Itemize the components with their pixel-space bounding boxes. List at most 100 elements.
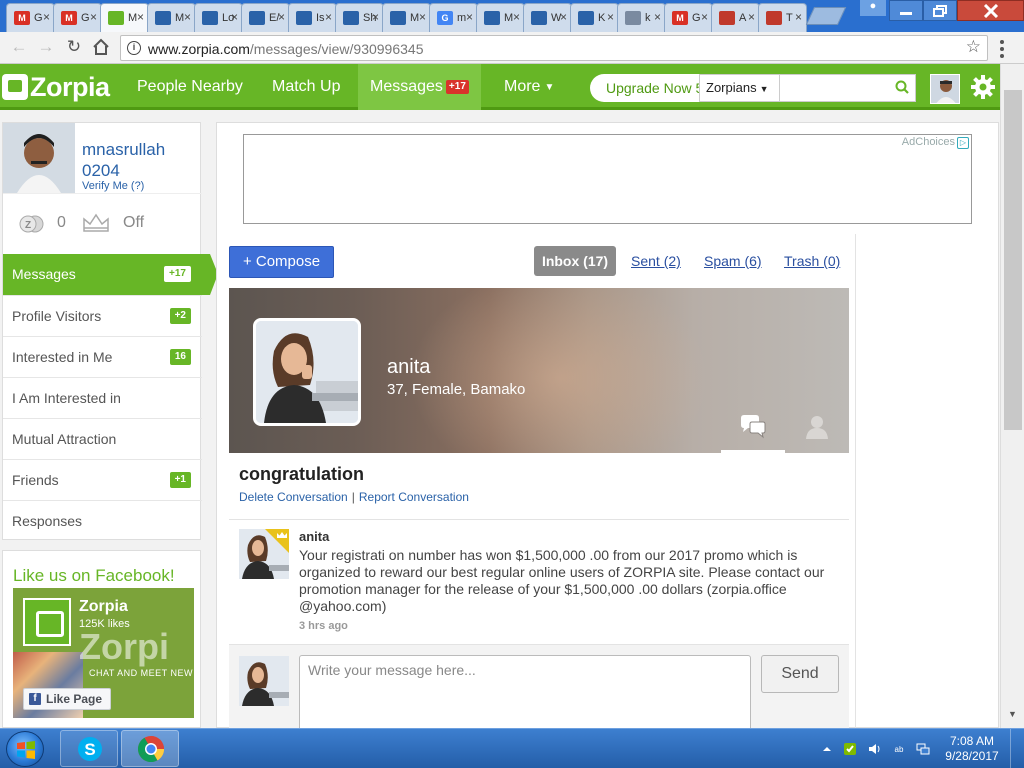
verify-me-link[interactable]: Verify Me (?) xyxy=(82,180,144,192)
info-icon[interactable]: i xyxy=(127,41,141,55)
coins-icon[interactable]: Z xyxy=(17,214,47,234)
tab-close-icon[interactable]: × xyxy=(419,10,426,24)
tray-expand-icon[interactable] xyxy=(820,742,834,756)
window-close-button[interactable] xyxy=(957,0,1024,21)
browser-tab[interactable]: E/× xyxy=(241,3,290,32)
partner-photo[interactable] xyxy=(253,318,361,426)
adchoices-link[interactable]: AdChoices ▷ xyxy=(902,136,969,149)
tab-close-icon[interactable]: × xyxy=(748,10,755,24)
tab-close-icon[interactable]: × xyxy=(325,10,332,24)
bookmark-star-icon[interactable]: ☆ xyxy=(966,37,981,57)
search-scope-select[interactable]: Zorpians ▼ xyxy=(700,75,780,101)
browser-menu-icon[interactable] xyxy=(1000,40,1004,61)
facebook-page-card[interactable]: Zorpi CHAT AND MEET NEW PEO Zorpia 125K … xyxy=(13,588,194,718)
browser-tab[interactable]: Gm × xyxy=(429,3,478,32)
keyboard-language-icon[interactable]: ab xyxy=(892,742,906,756)
tab-close-icon[interactable]: × xyxy=(466,10,473,24)
home-icon[interactable] xyxy=(90,36,112,58)
tab-close-icon[interactable]: × xyxy=(90,10,97,24)
scrollbar-thumb[interactable] xyxy=(1004,90,1022,430)
reply-message-input[interactable] xyxy=(299,655,751,735)
crown-icon[interactable] xyxy=(81,211,111,235)
gear-icon[interactable] xyxy=(970,74,996,100)
browser-profile-icon[interactable]: ● xyxy=(860,0,886,16)
tab-close-icon[interactable]: × xyxy=(654,10,661,24)
partner-name[interactable]: anita xyxy=(387,356,430,379)
sidebar-item-interested-in-me[interactable]: Interested in Me 16 xyxy=(3,336,202,377)
browser-tab[interactable]: Sh × xyxy=(335,3,384,32)
tab-close-icon[interactable]: × xyxy=(231,10,238,24)
search-icon[interactable] xyxy=(895,80,909,94)
sidebar-item-i-am-interested-in[interactable]: I Am Interested in xyxy=(3,377,202,418)
folder-tab-spam[interactable]: Spam (6) xyxy=(704,253,762,269)
tab-close-icon[interactable]: × xyxy=(278,10,285,24)
browser-tab[interactable]: T × xyxy=(758,3,807,32)
tab-close-icon[interactable]: × xyxy=(560,10,567,24)
browser-tab[interactable]: M G × xyxy=(6,3,55,32)
profile-username[interactable]: mnasrullah 0204 xyxy=(82,139,197,181)
new-tab-button[interactable] xyxy=(805,7,847,25)
folder-tab-sent[interactable]: Sent (2) xyxy=(631,253,681,269)
page-scrollbar[interactable]: ▲ ▼ xyxy=(1000,64,1024,728)
taskbar-clock[interactable]: 7:08 AM 9/28/2017 xyxy=(940,734,1004,764)
browser-tab[interactable]: M G × xyxy=(53,3,102,32)
taskbar-skype[interactable]: S xyxy=(60,730,118,767)
tab-close-icon[interactable]: × xyxy=(372,10,379,24)
chat-bubbles-icon[interactable] xyxy=(739,414,767,440)
taskbar-chrome[interactable] xyxy=(121,730,179,767)
compose-button[interactable]: + Compose xyxy=(229,246,334,278)
browser-tab[interactable]: M G × xyxy=(664,3,713,32)
tab-close-icon[interactable]: × xyxy=(43,10,50,24)
back-arrow-icon[interactable]: ← xyxy=(8,36,30,58)
tray-app-icon[interactable] xyxy=(843,742,857,756)
tab-close-icon[interactable]: × xyxy=(137,10,144,24)
user-avatar[interactable] xyxy=(930,74,960,104)
tab-close-icon[interactable]: × xyxy=(607,10,614,24)
scroll-down-arrow-icon[interactable]: ▼ xyxy=(1008,709,1017,719)
sidebar-item-friends[interactable]: Friends +1 xyxy=(3,459,202,500)
sidebar-item-responses[interactable]: Responses xyxy=(3,500,202,541)
browser-tab[interactable]: Lo × xyxy=(194,3,243,32)
sidebar-item-profile-visitors[interactable]: Profile Visitors +2 xyxy=(3,295,202,336)
tab-close-icon[interactable]: × xyxy=(701,10,708,24)
volume-icon[interactable] xyxy=(868,742,882,756)
browser-tab[interactable]: K × xyxy=(570,3,619,32)
nav-messages[interactable]: Messages +17 xyxy=(358,64,481,110)
browser-tab[interactable]: Is × xyxy=(288,3,337,32)
folder-tab-trash[interactable]: Trash (0) xyxy=(784,253,840,269)
folder-tab-inbox[interactable]: Inbox (17) xyxy=(534,246,616,276)
sidebar-item-mutual-attraction[interactable]: Mutual Attraction xyxy=(3,418,202,459)
show-desktop-button[interactable] xyxy=(1010,729,1024,768)
zorpia-logo[interactable]: Zorpia xyxy=(2,71,110,103)
start-button[interactable] xyxy=(6,731,44,767)
facebook-like-button[interactable]: f Like Page xyxy=(23,688,111,710)
reload-icon[interactable]: ↻ xyxy=(63,36,85,58)
tab-close-icon[interactable]: × xyxy=(184,10,191,24)
browser-tab[interactable]: A × xyxy=(711,3,760,32)
nav-people-nearby[interactable]: People Nearby xyxy=(125,64,255,110)
address-bar[interactable]: i www.zorpia.com/messages/view/930996345… xyxy=(120,35,988,61)
profile-person-icon[interactable] xyxy=(803,414,831,440)
browser-tab[interactable]: M × xyxy=(147,3,196,32)
window-minimize-button[interactable] xyxy=(889,0,923,21)
delete-conversation-link[interactable]: Delete Conversation xyxy=(239,490,348,504)
facebook-page-name[interactable]: Zorpia xyxy=(79,598,128,616)
browser-tab[interactable]: M × xyxy=(382,3,431,32)
nav-more[interactable]: More ▼ xyxy=(492,64,566,110)
network-icon[interactable] xyxy=(916,742,930,756)
nav-match-up[interactable]: Match Up xyxy=(260,64,352,110)
message-sender[interactable]: anita xyxy=(299,529,329,544)
browser-tab[interactable]: W × xyxy=(523,3,572,32)
ad-banner[interactable]: AdChoices ▷ xyxy=(243,134,972,224)
tab-close-icon[interactable]: × xyxy=(513,10,520,24)
report-conversation-link[interactable]: Report Conversation xyxy=(359,490,469,504)
profile-avatar[interactable] xyxy=(3,123,75,193)
browser-tab[interactable]: k × xyxy=(617,3,666,32)
forward-arrow-icon[interactable]: → xyxy=(35,36,57,58)
browser-tab[interactable]: M × xyxy=(476,3,525,32)
tab-close-icon[interactable]: × xyxy=(795,10,802,24)
browser-tab[interactable]: M × xyxy=(100,3,149,32)
send-button[interactable]: Send xyxy=(761,655,839,693)
sidebar-item-messages[interactable]: Messages +17 xyxy=(3,254,218,295)
window-maximize-button[interactable] xyxy=(923,0,957,21)
